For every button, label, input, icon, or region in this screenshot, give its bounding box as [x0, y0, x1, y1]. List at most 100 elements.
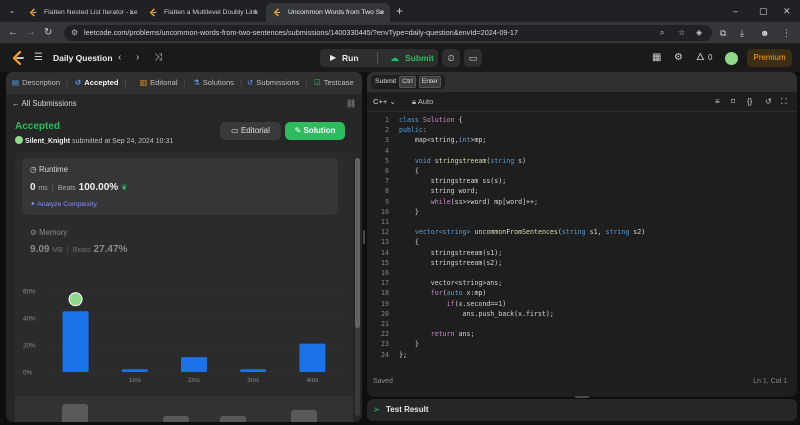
line-number: 14 — [381, 248, 389, 257]
checkbox-icon: ☑ — [314, 78, 321, 87]
editorial-button[interactable]: ▭ Editorial — [220, 122, 281, 140]
browser-tab-uncommon-words[interactable]: Uncommon Words from Two Se × — [266, 3, 390, 22]
browser-tab-flatten-multilevel[interactable]: Flatten a Multilevel Doubly Link × — [142, 3, 264, 22]
code-area[interactable]: 1 class Solution {2 public: 3 map<string,in… — [367, 115, 797, 370]
reload-icon[interactable]: ↻ — [44, 26, 52, 40]
your-submission-marker — [68, 292, 83, 307]
forward-arrow-icon[interactable]: → — [26, 26, 36, 40]
x-tick-label: 2ms — [188, 377, 200, 384]
fullscreen-icon[interactable]: ⛶ — [781, 92, 787, 112]
tab-solutions[interactable]: ⚗ Solutions | — [193, 72, 242, 94]
tab-label: Submissions — [256, 78, 300, 87]
site-info-icon[interactable]: ⚙ — [71, 27, 78, 39]
runtime-unit: ms — [38, 185, 48, 192]
test-result-panel[interactable]: ≻ Test Result — [367, 399, 797, 421]
close-tab-icon[interactable]: × — [253, 3, 258, 22]
streak-count: 0 — [708, 53, 713, 62]
chart-bar-0ms — [62, 311, 89, 372]
scrollbar-thumb[interactable] — [355, 158, 360, 328]
run-button[interactable]: Run — [342, 49, 359, 67]
line-number: 15 — [381, 258, 389, 267]
minimize-button[interactable]: – — [733, 3, 738, 19]
format-icon[interactable]: ≡ — [715, 92, 720, 112]
leetcode-logo-icon[interactable] — [10, 50, 26, 66]
timer-button-icon[interactable]: ⏲ — [442, 49, 460, 67]
tab-search-icon[interactable]: ⌄ — [4, 4, 20, 18]
panel-scrollbar[interactable] — [355, 158, 360, 416]
test-result-label: Test Result — [386, 405, 429, 414]
tab-submissions[interactable]: ↺ Submissions | — [247, 72, 307, 94]
runtime-beats: 100.00% — [78, 182, 119, 193]
vertical-resize-handle[interactable] — [363, 230, 365, 244]
next-problem-icon[interactable]: › — [136, 50, 139, 66]
braces-icon[interactable]: {} — [747, 92, 752, 112]
close-tab-icon[interactable]: × — [379, 3, 384, 22]
shuffle-icon[interactable]: ⤨ — [154, 50, 162, 66]
analyze-label: Analyze Complexity — [37, 201, 97, 208]
divider: | — [239, 78, 242, 87]
problem-list-icon[interactable]: ☰ — [34, 50, 43, 66]
daily-question-link[interactable]: Daily Question — [53, 50, 113, 66]
code-text: }; — [399, 350, 407, 359]
streak-fire-icon[interactable]: 🜂 — [696, 50, 705, 66]
tab-label: Solutions — [202, 78, 234, 87]
solution-button[interactable]: ✎ Solution — [285, 122, 345, 140]
cloud-upload-icon: ☁ — [390, 53, 399, 63]
runtime-title: ◷ Runtime — [30, 165, 68, 174]
line-number: 7 — [385, 177, 389, 186]
download-icon[interactable]: ⤓ — [740, 26, 744, 40]
browser-tab-flatten-nested[interactable]: Flatten Nested List Iterator - Le × — [22, 3, 140, 22]
language-select[interactable]: C++ ⌄ — [373, 92, 396, 112]
chart-bar-3ms — [240, 369, 267, 372]
maximize-button[interactable]: ▢ — [759, 3, 768, 19]
previous-problem-icon[interactable]: ‹ — [118, 50, 121, 66]
auto-mode-toggle[interactable]: 🔒︎ Auto — [412, 92, 433, 112]
reset-icon[interactable]: ↺ — [765, 92, 772, 112]
memory-value-row: 9.09 MB | Beats 27.47% — [30, 244, 127, 255]
new-tab-button[interactable]: + — [396, 3, 403, 19]
code-text: void stringstreeam(string s) — [414, 156, 527, 165]
divider: | — [51, 183, 54, 192]
tab-accepted[interactable]: ↺ Accepted | — [75, 72, 127, 94]
share-link-icon[interactable]: ⛓ — [346, 98, 356, 110]
search-icon[interactable]: ⌕ — [660, 27, 664, 39]
all-submissions-link[interactable]: ← All Submissions — [12, 98, 77, 110]
runtime-box[interactable]: ◷ Runtime 0 ms | Beats 100.00% ❦ ✦ Analyze … — [22, 158, 338, 215]
settings-gear-icon[interactable]: ⚙ — [674, 50, 683, 66]
back-arrow-icon[interactable]: ← — [8, 26, 18, 40]
panel-tabs: ▤ Description | ↺ Accepted | ▥ Editorial | ⚗ So… — [6, 72, 362, 94]
bookmark-icon[interactable]: ⌑ — [731, 92, 735, 112]
username[interactable]: Silent_Knight — [25, 138, 70, 145]
chart-bar-4ms — [299, 343, 326, 372]
submit-button[interactable]: Submit — [405, 49, 434, 67]
memory-chip-icon: ⚙ — [30, 228, 37, 237]
tab-label: Accepted — [84, 78, 119, 87]
horizontal-resize-handle[interactable] — [575, 396, 589, 398]
avatar[interactable] — [725, 52, 738, 65]
code-text: return ans; — [430, 330, 475, 339]
url-text[interactable]: leetcode.com/problems/uncommon-words-fro… — [84, 25, 518, 41]
tab-testcase[interactable]: ☑ Testcase — [314, 72, 354, 94]
runtime-label: Runtime — [38, 165, 69, 174]
close-window-button[interactable]: ✕ — [783, 3, 791, 19]
tab-editorial[interactable]: ▥ Editorial | — [140, 72, 186, 94]
memory-title[interactable]: ⚙ Memory — [30, 228, 67, 237]
line-number: 16 — [381, 269, 389, 277]
browser-menu-icon[interactable]: ⋮ — [782, 26, 791, 40]
code-text: for(auto x:mp) — [430, 289, 487, 298]
notes-button-icon[interactable]: ▭ — [464, 49, 482, 67]
extensions-icon[interactable]: ⧉ — [720, 26, 726, 40]
lock-icon: 🔒︎ — [412, 97, 417, 106]
bookmark-star-icon[interactable]: ☆ — [678, 27, 685, 39]
layout-grid-icon[interactable]: ▦ — [652, 50, 661, 66]
shield-icon[interactable]: ◈ — [696, 27, 702, 39]
profile-icon[interactable]: ☻ — [760, 26, 769, 40]
tab-description[interactable]: ▤ Description | — [12, 72, 68, 94]
close-tab-icon[interactable]: × — [129, 3, 134, 22]
address-bar-row: ← → ↻ ⚙ leetcode.com/problems/uncommon-w… — [0, 22, 800, 44]
analyze-complexity-link[interactable]: ✦ Analyze Complexity — [30, 200, 97, 208]
omnibox[interactable]: ⚙ leetcode.com/problems/uncommon-words-f… — [64, 25, 712, 41]
editor-top-bar: Submit Ctrl Enter — [367, 72, 797, 92]
code-text: stringstream ss(s); — [399, 177, 507, 186]
premium-button[interactable]: Premium — [747, 49, 792, 67]
